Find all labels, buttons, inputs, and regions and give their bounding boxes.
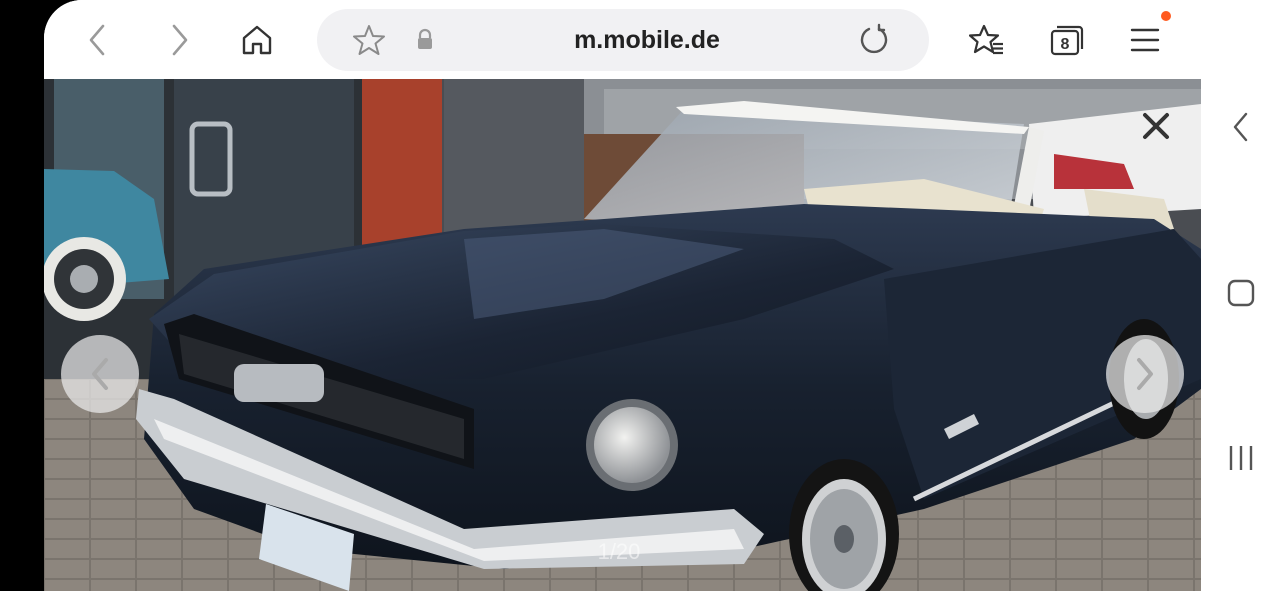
gallery-counter: 1/20: [597, 539, 641, 564]
browser-toolbar: m.mobile.de 8: [44, 0, 1201, 79]
gallery-prev-button[interactable]: [61, 335, 139, 413]
gallery-close-button[interactable]: [1134, 104, 1178, 148]
address-bar[interactable]: m.mobile.de: [317, 9, 929, 71]
close-icon: [1143, 113, 1169, 139]
reload-icon: [860, 23, 888, 54]
home-button[interactable]: [237, 20, 277, 60]
chevron-right-icon: [172, 24, 188, 56]
recents-icon: [1229, 446, 1253, 470]
lock-icon: [418, 28, 432, 49]
gallery-next-button[interactable]: [1106, 335, 1184, 413]
home-square-icon: [1227, 279, 1255, 307]
reload-button[interactable]: [854, 20, 894, 60]
url-text[interactable]: m.mobile.de: [497, 9, 797, 71]
home-icon: [242, 25, 272, 55]
chevron-left-icon: [92, 358, 108, 390]
browser-window: m.mobile.de 8 1/20: [44, 0, 1201, 591]
gallery-photo[interactable]: 1/20: [44, 79, 1201, 591]
chevron-left-icon: [89, 24, 105, 56]
bookmarks-button[interactable]: [967, 20, 1007, 60]
back-icon: [1233, 112, 1248, 142]
tab-count: 8: [1061, 36, 1070, 53]
system-recents-button[interactable]: [1218, 435, 1264, 481]
chevron-right-icon: [1137, 358, 1153, 390]
car-photo-image: [44, 79, 1201, 591]
device-screen: m.mobile.de 8 1/20: [0, 0, 1280, 591]
tabs-icon: 8: [1050, 25, 1084, 56]
system-home-button[interactable]: [1218, 270, 1264, 316]
hamburger-menu-icon: [1130, 28, 1160, 52]
back-button[interactable]: [78, 20, 118, 60]
notification-dot: [1161, 11, 1171, 21]
star-outline-icon: [353, 25, 385, 55]
menu-button[interactable]: [1125, 20, 1165, 60]
tabs-button[interactable]: 8: [1047, 20, 1087, 60]
system-back-button[interactable]: [1218, 104, 1264, 150]
forward-button[interactable]: [159, 20, 199, 60]
system-nav-bar: [1201, 0, 1280, 591]
star-list-icon: [969, 24, 1003, 55]
bookmark-star-button[interactable]: [349, 20, 389, 60]
lock-indicator: [405, 20, 445, 60]
